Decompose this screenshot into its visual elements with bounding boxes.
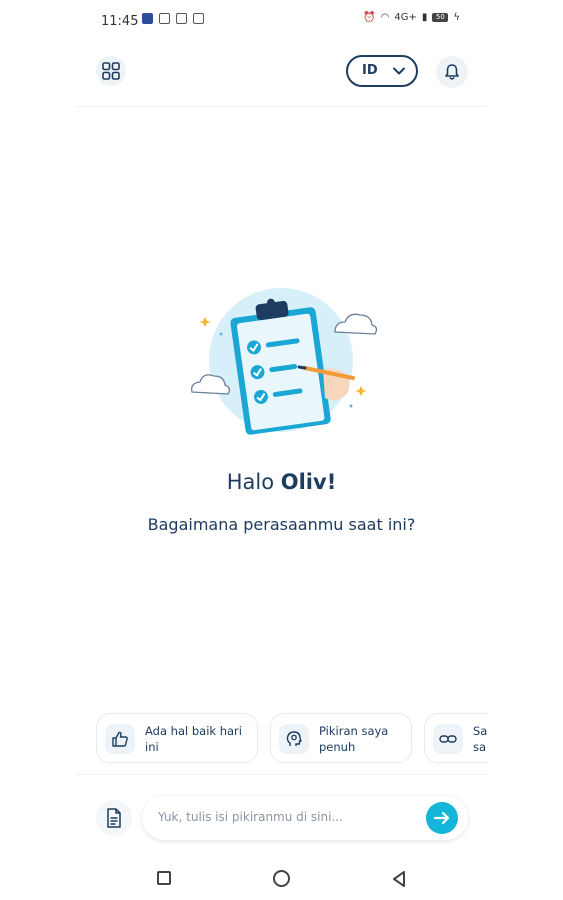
back-icon	[393, 871, 405, 887]
mood-question: Bagaimana perasaanmu saat ini?	[147, 515, 416, 534]
status-time: 11:45	[101, 14, 139, 29]
mail-icon	[159, 13, 170, 24]
attach-document-button[interactable]	[96, 800, 132, 836]
notification-button[interactable]	[436, 56, 468, 88]
user-name: Oliv!	[280, 470, 337, 494]
suggestion-chip-good-thing[interactable]: Ada hal baik hari ini	[96, 713, 258, 763]
chip-icon-wrap	[279, 724, 309, 754]
chip-label: Ada hal baik hari ini	[145, 724, 242, 754]
send-button[interactable]	[426, 802, 458, 834]
battery-icon: 50	[432, 13, 449, 22]
chip-label: Sa sa	[473, 724, 488, 754]
divider	[76, 774, 486, 775]
language-label: ID	[362, 63, 378, 78]
signal-icon	[193, 13, 204, 24]
signal-bars-icon: ▮	[421, 12, 428, 23]
menu-button[interactable]	[96, 56, 126, 86]
network-label: 4G+	[394, 12, 417, 23]
app-header	[76, 48, 486, 107]
head-mind-icon	[286, 731, 302, 746]
back-button[interactable]	[391, 870, 407, 888]
grid-icon	[102, 62, 120, 80]
suggestion-chips: Ada hal baik hari ini Pikiran saya penuh S…	[96, 713, 488, 765]
suggestion-chip-full-mind[interactable]: Pikiran saya penuh	[270, 713, 412, 763]
chip-label: Pikiran saya penuh	[319, 724, 389, 754]
notification-icons	[142, 13, 204, 24]
wifi-icon: ◠	[380, 12, 390, 23]
chevron-down-icon	[393, 67, 405, 75]
home-button[interactable]	[273, 870, 290, 887]
alarm-icon: ⏰	[363, 12, 376, 23]
chip-icon-wrap	[433, 724, 463, 754]
recent-apps-button[interactable]	[157, 871, 171, 885]
link-icon	[439, 735, 457, 743]
message-placeholder: Yuk, tulis isi pikiranmu di sini...	[158, 810, 343, 824]
arrow-right-icon	[433, 811, 450, 825]
charging-icon: ϟ	[453, 12, 460, 23]
thumbs-up-icon	[112, 731, 128, 747]
chip-icon-wrap	[105, 724, 135, 754]
document-icon	[107, 808, 121, 828]
bell-icon	[445, 64, 459, 80]
heart-icon	[176, 13, 187, 24]
greeting-prefix: Halo	[226, 470, 281, 494]
system-icons: ⏰ ◠ 4G+ ▮ 50 ϟ	[363, 12, 460, 23]
suggestion-chip-third[interactable]: Sa sa	[424, 713, 488, 763]
status-bar	[0, 0, 563, 40]
greeting-heading: Halo Oliv!	[0, 470, 563, 494]
clipboard-illustration	[191, 288, 378, 435]
app-notification-icon	[142, 13, 153, 24]
language-selector[interactable]	[346, 55, 418, 87]
